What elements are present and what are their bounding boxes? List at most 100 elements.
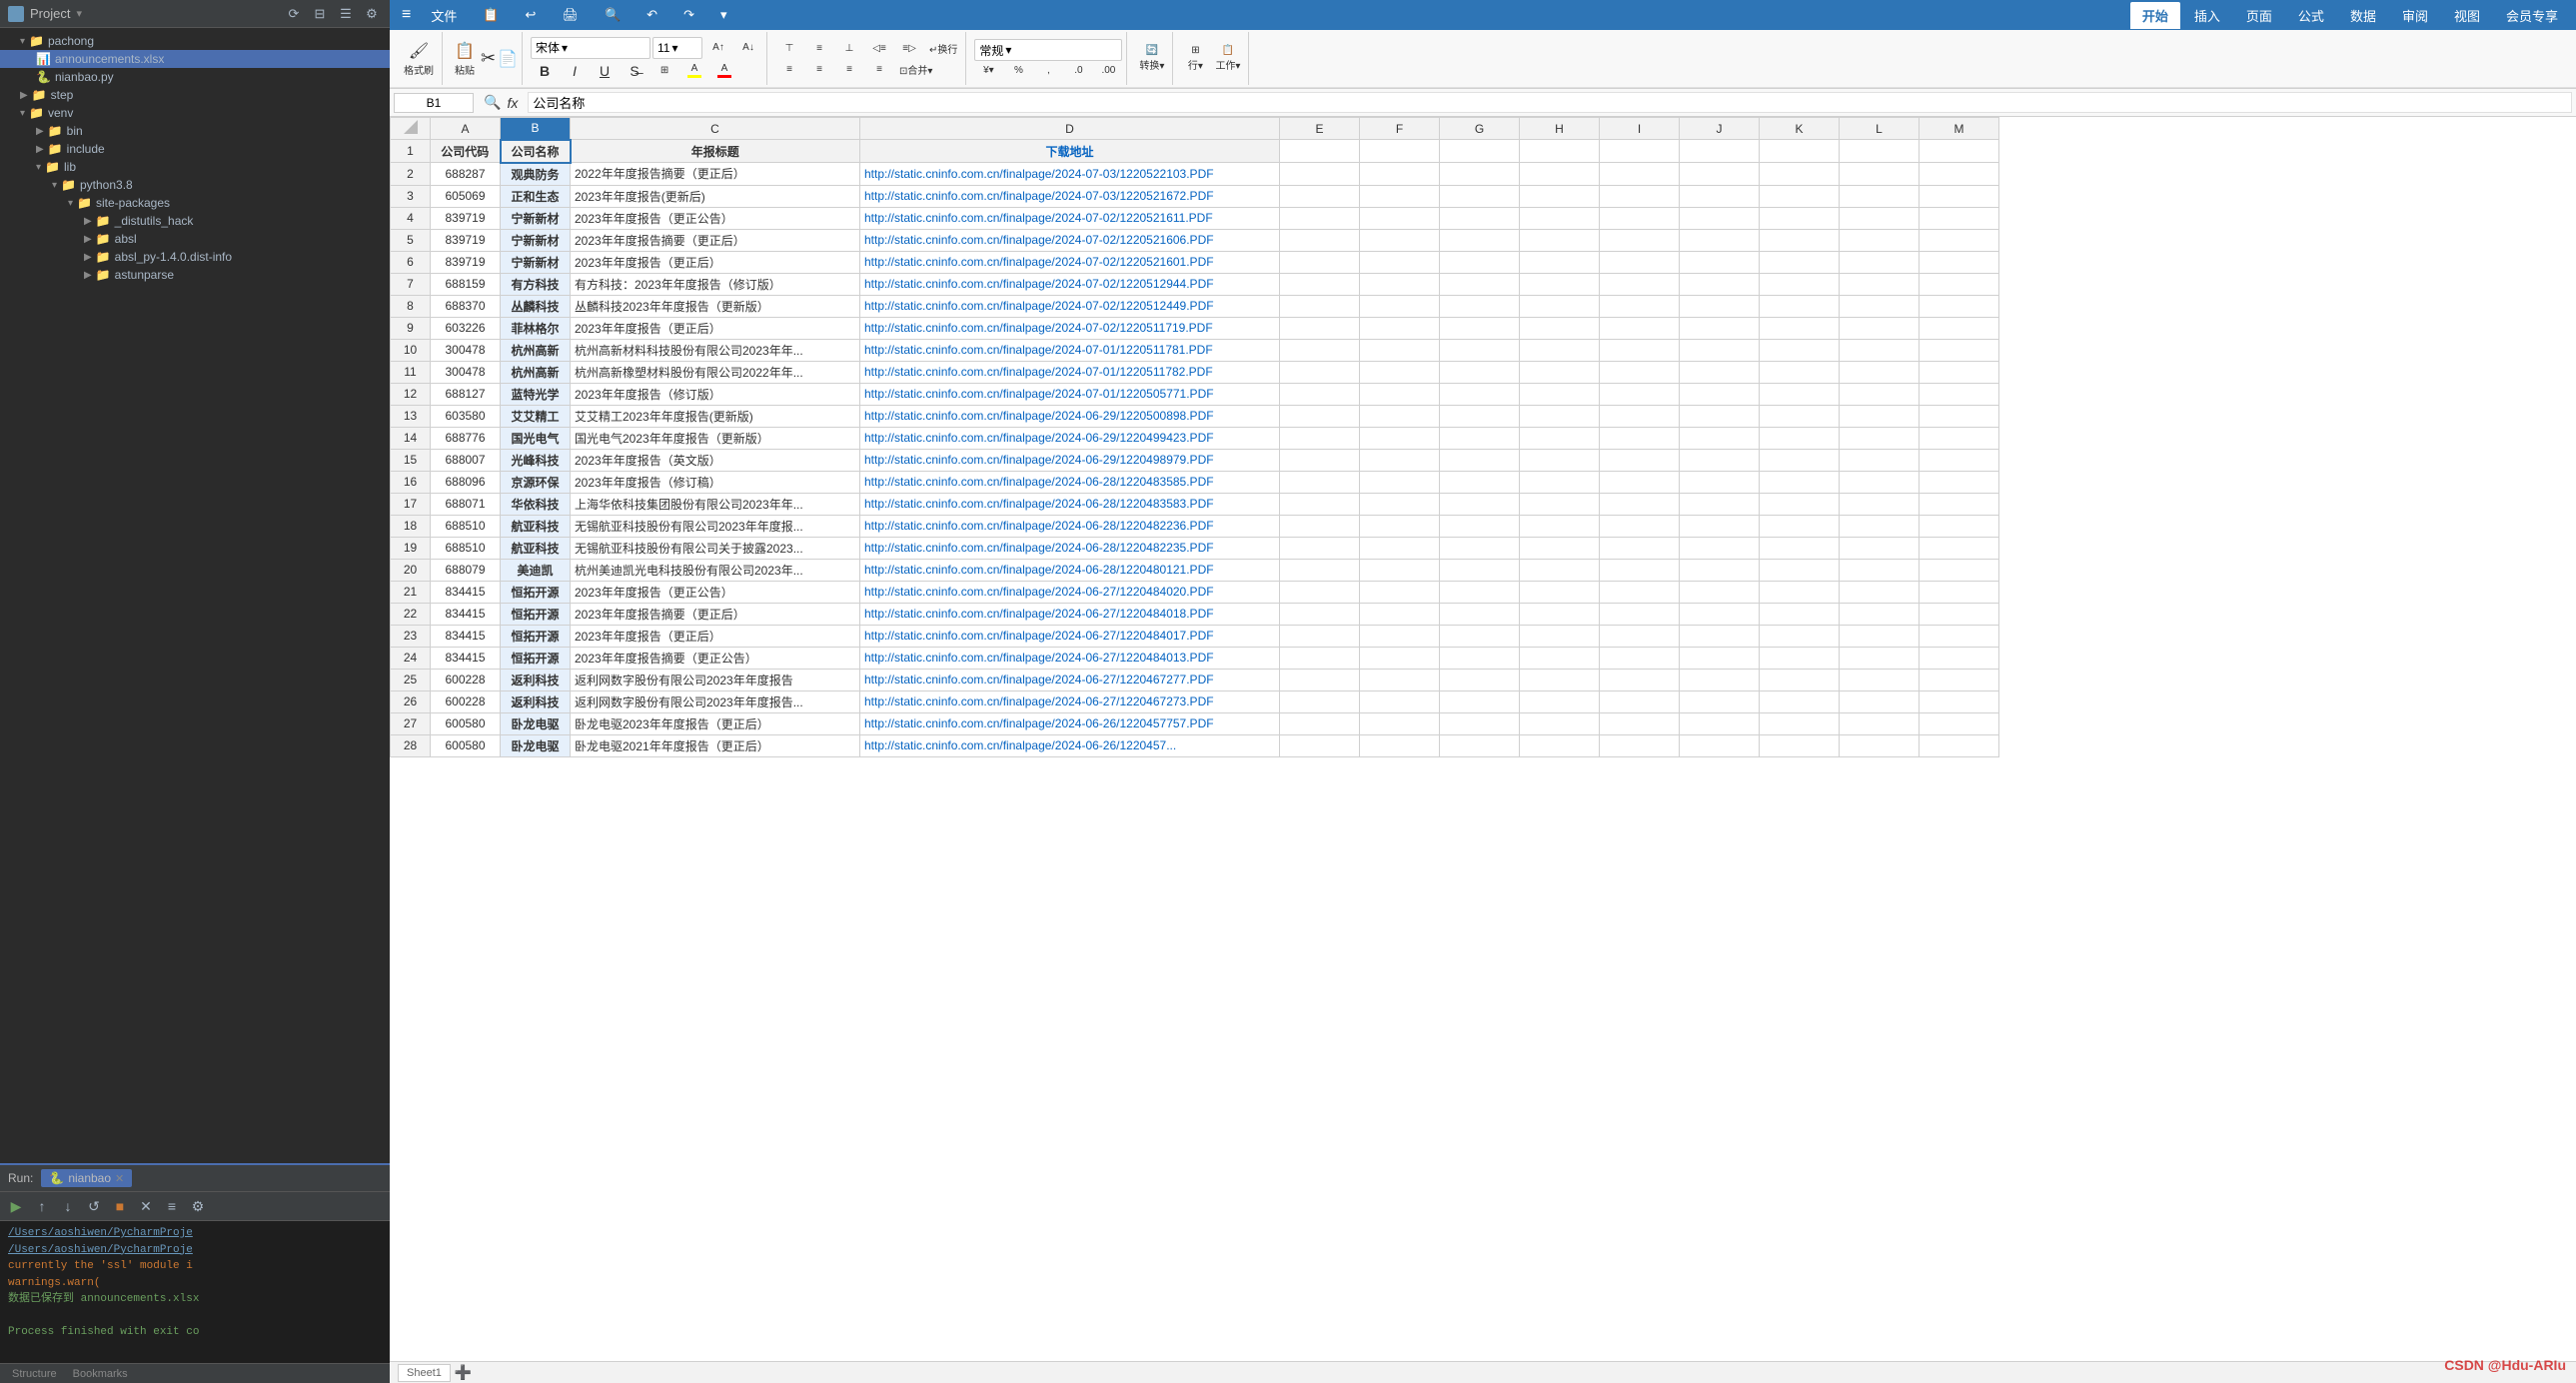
- align-center-button[interactable]: ≡: [805, 60, 833, 79]
- decrease-font-button[interactable]: A↓: [734, 40, 762, 55]
- header-cell-i[interactable]: [1600, 140, 1680, 163]
- cell-l[interactable]: [1840, 471, 1920, 493]
- cell-j[interactable]: [1680, 493, 1760, 515]
- cell-url[interactable]: http://static.cninfo.com.cn/finalpage/20…: [860, 493, 1280, 515]
- cell-l[interactable]: [1840, 339, 1920, 361]
- tree-file-nianbao[interactable]: 🐍 nianbao.py: [0, 68, 390, 86]
- header-cell-m[interactable]: [1920, 140, 1999, 163]
- cell-url[interactable]: http://static.cninfo.com.cn/finalpage/20…: [860, 229, 1280, 251]
- cell-f[interactable]: [1360, 339, 1440, 361]
- ribbon-toolbar-icon3[interactable]: 🖨: [550, 3, 591, 27]
- decimal-inc-button[interactable]: .0: [1064, 63, 1092, 78]
- cell-company-name[interactable]: 卧龙电驱: [501, 712, 571, 734]
- cell-title[interactable]: 卧龙电驱2021年年度报告（更正后）: [571, 734, 860, 756]
- header-cell-f[interactable]: [1360, 140, 1440, 163]
- tree-folder-distutils[interactable]: ▶ 📁 _distutils_hack: [0, 212, 390, 230]
- strikethrough-button[interactable]: S̶: [621, 61, 648, 81]
- italic-button[interactable]: I: [561, 61, 589, 81]
- cell-j[interactable]: [1680, 625, 1760, 647]
- cell-l[interactable]: [1840, 691, 1920, 712]
- thousand-button[interactable]: ,: [1034, 63, 1062, 78]
- cell-h[interactable]: [1520, 471, 1600, 493]
- cell-e[interactable]: [1280, 383, 1360, 405]
- cell-url[interactable]: http://static.cninfo.com.cn/finalpage/20…: [860, 669, 1280, 691]
- cell-k[interactable]: [1760, 625, 1840, 647]
- cell-l[interactable]: [1840, 273, 1920, 295]
- cell-k[interactable]: [1760, 647, 1840, 669]
- project-dropdown-icon[interactable]: ▾: [76, 7, 82, 20]
- cell-title[interactable]: 无锡航亚科技股份有限公司关于披露2023...: [571, 537, 860, 559]
- cell-url[interactable]: http://static.cninfo.com.cn/finalpage/20…: [860, 405, 1280, 427]
- add-sheet-icon[interactable]: ➕: [455, 1364, 472, 1381]
- cell-title[interactable]: 2023年年度报告（修订稿）: [571, 471, 860, 493]
- cell-company-code[interactable]: 605069: [431, 185, 501, 207]
- run-scroll-up-button[interactable]: ↑: [30, 1194, 54, 1218]
- cell-g[interactable]: [1440, 317, 1520, 339]
- cell-e[interactable]: [1280, 712, 1360, 734]
- cell-url[interactable]: http://static.cninfo.com.cn/finalpage/20…: [860, 537, 1280, 559]
- cell-l[interactable]: [1840, 383, 1920, 405]
- header-cell-e[interactable]: [1280, 140, 1360, 163]
- cell-k[interactable]: [1760, 405, 1840, 427]
- cell-company-name[interactable]: 正和生态: [501, 185, 571, 207]
- cell-title[interactable]: 返利网数字股份有限公司2023年年度报告...: [571, 691, 860, 712]
- cell-l[interactable]: [1840, 647, 1920, 669]
- cell-company-code[interactable]: 834415: [431, 603, 501, 625]
- decimal-dec-button[interactable]: .00: [1094, 63, 1122, 78]
- cell-title[interactable]: 2023年年度报告摘要（更正后）: [571, 603, 860, 625]
- cell-company-name[interactable]: 宁新新材: [501, 229, 571, 251]
- cell-m[interactable]: [1920, 537, 1999, 559]
- col-header-i[interactable]: I: [1600, 118, 1680, 140]
- cell-i[interactable]: [1600, 317, 1680, 339]
- cell-url[interactable]: http://static.cninfo.com.cn/finalpage/20…: [860, 339, 1280, 361]
- cell-j[interactable]: [1680, 449, 1760, 471]
- cell-j[interactable]: [1680, 559, 1760, 581]
- cell-k[interactable]: [1760, 515, 1840, 537]
- cell-h[interactable]: [1520, 559, 1600, 581]
- wrap-text-button[interactable]: ↵换行: [925, 39, 961, 58]
- cell-company-code[interactable]: 300478: [431, 361, 501, 383]
- cell-company-name[interactable]: 艾艾精工: [501, 405, 571, 427]
- cell-l[interactable]: [1840, 669, 1920, 691]
- cell-k[interactable]: [1760, 471, 1840, 493]
- underline-button[interactable]: U: [591, 61, 619, 81]
- cell-title[interactable]: 2023年年度报告（更正公告）: [571, 207, 860, 229]
- cell-h[interactable]: [1520, 712, 1600, 734]
- cell-h[interactable]: [1520, 515, 1600, 537]
- cell-l[interactable]: [1840, 361, 1920, 383]
- cell-g[interactable]: [1440, 295, 1520, 317]
- cell-k[interactable]: [1760, 559, 1840, 581]
- cell-j[interactable]: [1680, 515, 1760, 537]
- cell-company-name[interactable]: 宁新新材: [501, 251, 571, 273]
- ribbon-toolbar-icon5[interactable]: ↶: [635, 3, 669, 27]
- format-painter-button[interactable]: 🖌 格式刷: [400, 39, 438, 79]
- cell-company-code[interactable]: 834415: [431, 647, 501, 669]
- cell-l[interactable]: [1840, 625, 1920, 647]
- cell-m[interactable]: [1920, 295, 1999, 317]
- cell-l[interactable]: [1840, 493, 1920, 515]
- cell-g[interactable]: [1440, 669, 1520, 691]
- tree-folder-python38[interactable]: ▾ 📁 python3.8: [0, 176, 390, 194]
- cell-m[interactable]: [1920, 273, 1999, 295]
- cell-m[interactable]: [1920, 691, 1999, 712]
- cell-company-name[interactable]: 美迪凯: [501, 559, 571, 581]
- spreadsheet[interactable]: A B C D E F G H I J K L M 1: [390, 117, 2576, 1361]
- cell-h[interactable]: [1520, 361, 1600, 383]
- cell-g[interactable]: [1440, 361, 1520, 383]
- cell-title[interactable]: 杭州美迪凯光电科技股份有限公司2023年...: [571, 559, 860, 581]
- cell-k[interactable]: [1760, 207, 1840, 229]
- cell-j[interactable]: [1680, 229, 1760, 251]
- cell-e[interactable]: [1280, 691, 1360, 712]
- indent-inc-button[interactable]: ≡▷: [895, 39, 923, 58]
- cell-f[interactable]: [1360, 427, 1440, 449]
- cell-k[interactable]: [1760, 361, 1840, 383]
- cell-i[interactable]: [1600, 712, 1680, 734]
- cell-e[interactable]: [1280, 625, 1360, 647]
- cell-title[interactable]: 2022年年度报告摘要（更正后）: [571, 163, 860, 186]
- cell-l[interactable]: [1840, 603, 1920, 625]
- cell-m[interactable]: [1920, 427, 1999, 449]
- cell-l[interactable]: [1840, 295, 1920, 317]
- cell-g[interactable]: [1440, 691, 1520, 712]
- ribbon-tab-review[interactable]: 审阅: [2390, 2, 2440, 29]
- cell-company-name[interactable]: 京源环保: [501, 471, 571, 493]
